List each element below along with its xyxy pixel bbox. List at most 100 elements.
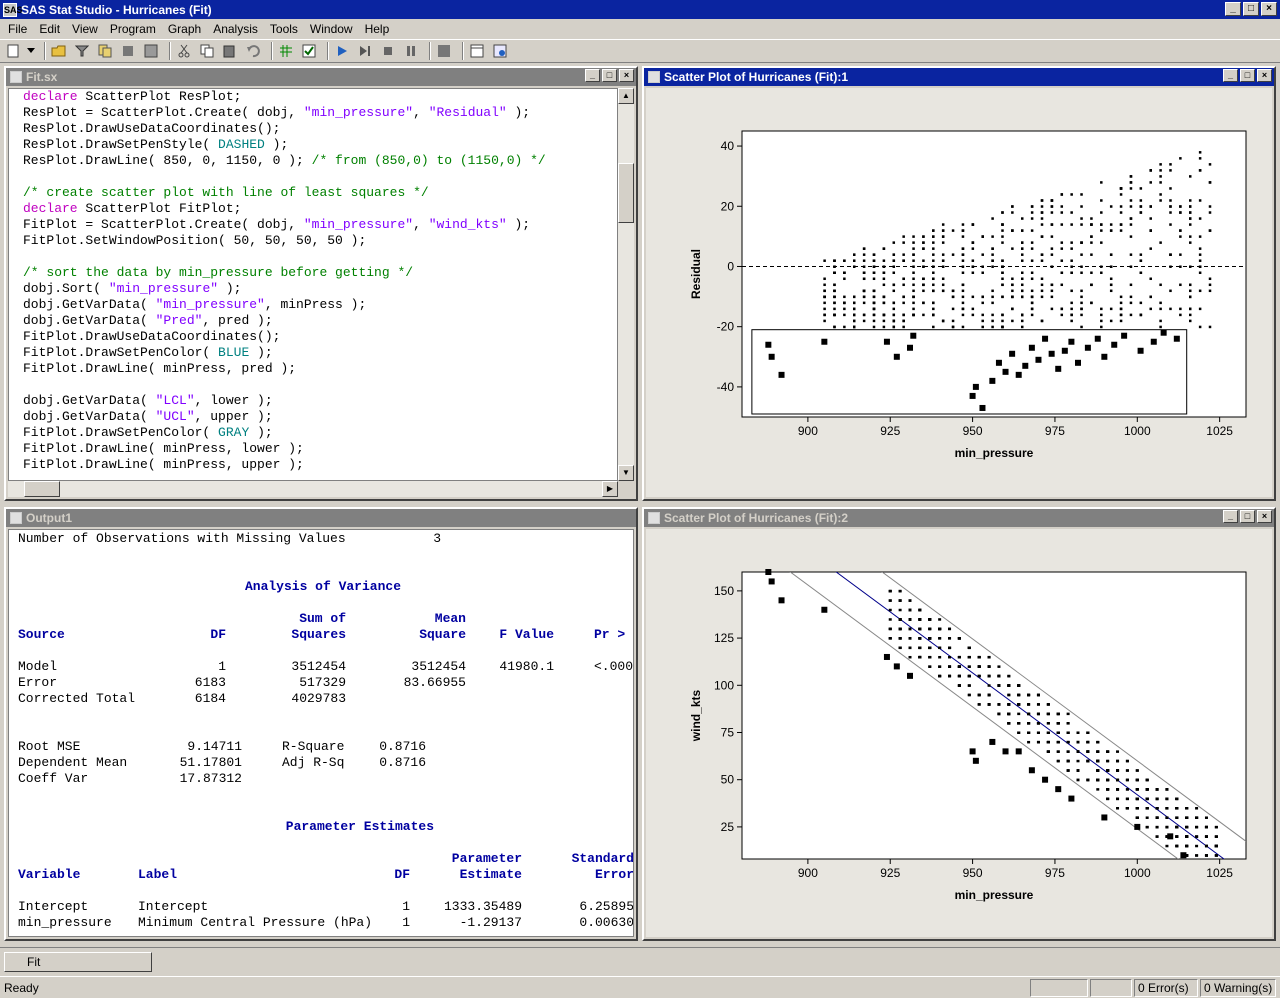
param-variable: Intercept	[18, 899, 89, 914]
residual-scatter-plot[interactable]: 900 925 950 975 1000 1025 -40 -20 0 20 40 min_press…	[646, 88, 1272, 497]
data-point	[1090, 301, 1093, 305]
plot1-close-button[interactable]: ×	[1257, 69, 1272, 82]
scroll-thumb[interactable]	[618, 163, 634, 223]
data-point	[1100, 241, 1103, 244]
undo-icon[interactable]	[244, 42, 262, 60]
data-point	[1159, 325, 1162, 329]
data-point	[823, 283, 826, 287]
data-point	[922, 259, 925, 262]
fit-scatter-plot[interactable]: 900 925 950 975 1000 1025 25 50 75 100 125 150 min_p…	[646, 529, 1272, 937]
data-point	[1100, 199, 1103, 202]
menu-window[interactable]: Window	[304, 22, 359, 36]
data-point	[928, 637, 932, 640]
code-maximize-button[interactable]: □	[602, 69, 617, 82]
menu-analysis[interactable]: Analysis	[207, 22, 264, 36]
grid-icon[interactable]	[277, 42, 295, 60]
breakpoint-icon[interactable]	[435, 42, 453, 60]
open-icon[interactable]	[50, 42, 68, 60]
scroll-up-icon[interactable]: ▲	[618, 88, 634, 104]
data-point	[1056, 712, 1060, 716]
output-text[interactable]: Number of Observations with Missing Valu…	[8, 529, 634, 937]
menu-view[interactable]: View	[66, 22, 104, 36]
code-minimize-button[interactable]: _	[585, 69, 600, 82]
data-point	[977, 655, 981, 659]
data-point	[1155, 807, 1159, 810]
data-point	[902, 295, 905, 299]
data-point	[853, 319, 856, 323]
dropdown-icon[interactable]	[27, 42, 35, 60]
anova-ss: 3512454	[291, 659, 346, 674]
scroll-thumb-horizontal[interactable]	[24, 481, 60, 497]
data-point	[1169, 205, 1172, 208]
code-close-button[interactable]: ×	[619, 69, 634, 82]
data-point	[948, 674, 952, 678]
data-point	[1145, 788, 1149, 791]
data-point	[981, 325, 984, 329]
x-tick-label: 1000	[1124, 424, 1151, 438]
code-editor[interactable]: declare ScatterPlot ResPlot; ResPlot = Sc…	[8, 88, 618, 481]
scroll-down-icon[interactable]: ▼	[618, 465, 634, 481]
data-point	[1080, 265, 1083, 268]
help-icon[interactable]	[491, 42, 509, 60]
new-icon[interactable]	[4, 42, 22, 60]
code-vertical-scrollbar[interactable]: ▲ ▼	[618, 88, 634, 481]
data-point	[912, 307, 915, 311]
plot2-maximize-button[interactable]: □	[1240, 510, 1255, 523]
minimize-button[interactable]: _	[1225, 2, 1241, 16]
maximize-button[interactable]: □	[1243, 2, 1259, 16]
menu-program[interactable]: Program	[104, 22, 162, 36]
x-tick-label: 900	[798, 866, 818, 880]
copy-data-icon[interactable]	[96, 42, 114, 60]
menu-tools[interactable]: Tools	[264, 22, 304, 36]
window-icon[interactable]	[468, 42, 486, 60]
fit-label: Adj R-Sq	[282, 755, 345, 770]
data-point	[1050, 283, 1054, 287]
data-point	[1050, 211, 1054, 214]
plot1-area[interactable]: 900 925 950 975 1000 1025 -40 -20 0 20 40 min_press…	[646, 88, 1272, 497]
cut-icon[interactable]	[175, 42, 193, 60]
output-window: Output1 Number of Observations with Miss…	[4, 507, 638, 941]
menu-graph[interactable]: Graph	[162, 22, 207, 36]
data-point	[872, 289, 876, 293]
paste-icon[interactable]	[221, 42, 239, 60]
data-point	[1214, 835, 1218, 838]
stop-icon[interactable]	[119, 42, 137, 60]
plot2-minimize-button[interactable]: _	[1223, 510, 1238, 523]
data-point-selected	[1101, 814, 1108, 821]
filter-icon[interactable]	[73, 42, 91, 60]
data-point	[823, 259, 826, 262]
menu-edit[interactable]: Edit	[33, 22, 66, 36]
step-icon[interactable]	[356, 42, 374, 60]
code-line: ResPlot.DrawSetPenStyle( DASHED );	[23, 137, 289, 152]
data-point	[1208, 325, 1212, 329]
pause-icon[interactable]	[402, 42, 420, 60]
copy-icon[interactable]	[198, 42, 216, 60]
plot2-area[interactable]: 900 925 950 975 1000 1025 25 50 75 100 125 150 min_p…	[646, 529, 1272, 937]
data-point	[1139, 211, 1143, 214]
check-icon[interactable]	[300, 42, 318, 60]
data-point	[1159, 193, 1162, 196]
data-point	[1119, 313, 1123, 317]
data-point	[922, 289, 925, 293]
menu-help[interactable]: Help	[359, 22, 396, 36]
scroll-right-icon[interactable]: ▶	[602, 481, 618, 497]
data-point	[1149, 229, 1152, 232]
menu-file[interactable]: File	[2, 22, 33, 36]
tab-fit[interactable]: Fit	[4, 952, 152, 972]
graph-icon[interactable]	[142, 42, 160, 60]
data-point	[961, 271, 965, 274]
stop-run-icon[interactable]	[379, 42, 397, 60]
data-point	[1011, 229, 1014, 232]
y-tick-label: 100	[714, 678, 734, 692]
data-point	[1021, 217, 1024, 220]
close-button[interactable]: ×	[1261, 2, 1277, 16]
run-icon[interactable]	[333, 42, 351, 60]
code-horizontal-scrollbar[interactable]: ▶	[8, 481, 618, 497]
plot1-minimize-button[interactable]: _	[1223, 69, 1238, 82]
data-point-selected	[893, 353, 900, 360]
data-point-selected	[821, 338, 828, 345]
data-point	[1030, 247, 1034, 250]
plot1-maximize-button[interactable]: □	[1240, 69, 1255, 82]
plot2-close-button[interactable]: ×	[1257, 510, 1272, 523]
